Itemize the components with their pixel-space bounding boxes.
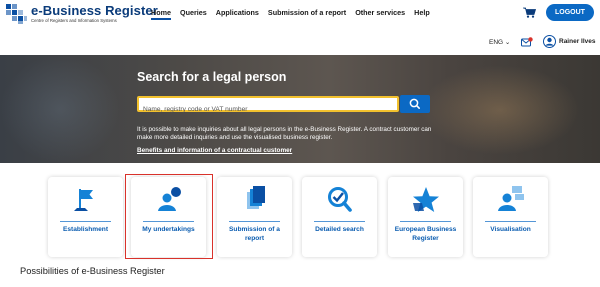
shopping-cart-icon[interactable]: [523, 7, 536, 18]
card-divider: [314, 221, 365, 222]
card-label: Detailed search: [315, 226, 364, 233]
nav-applications[interactable]: Applications: [216, 8, 259, 17]
card-label: Submission of a report: [229, 226, 280, 242]
card-divider: [229, 221, 280, 222]
nav-help[interactable]: Help: [414, 8, 430, 17]
search-hero: Search for a legal person It is possible…: [0, 55, 600, 163]
logo-subtitle: Centre of Registers and Information Syst…: [31, 18, 117, 23]
nav-submission-of-report[interactable]: Submission of a report: [268, 8, 346, 17]
card-divider: [400, 221, 451, 222]
logo-mark-icon: [6, 4, 28, 24]
hero-title: Search for a legal person: [137, 70, 287, 84]
section-title: Possibilities of e-Business Register: [20, 266, 165, 276]
card-european-business-register[interactable]: European Business Register: [388, 177, 463, 257]
search-button[interactable]: [400, 95, 430, 113]
service-cards: Establishment My undertakings Submission…: [0, 163, 600, 287]
nav-queries[interactable]: Queries: [180, 8, 207, 17]
card-label: Establishment: [62, 226, 109, 233]
nav-other-services[interactable]: Other services: [355, 8, 405, 17]
user-bar: ENG ⌄ Rainer Ilves: [0, 28, 600, 55]
person-icon: [157, 187, 181, 211]
user-name[interactable]: Rainer Ilves: [559, 38, 596, 45]
star-icon: [412, 187, 439, 212]
logo[interactable]: e-Business Register Centre of Registers …: [6, 3, 158, 25]
search-input[interactable]: [139, 103, 397, 116]
card-divider: [60, 221, 111, 222]
user-avatar-icon[interactable]: [543, 35, 556, 48]
network-person-icon: [497, 186, 524, 211]
card-visualisation[interactable]: Visualisation: [473, 177, 548, 257]
card-submission-of-report[interactable]: Submission of a report: [217, 177, 292, 257]
card-divider: [485, 221, 536, 222]
card-label: My undertakings: [142, 226, 195, 233]
documents-icon: [246, 186, 265, 209]
top-header: e-Business Register Centre of Registers …: [0, 0, 600, 28]
search-icon: [409, 98, 421, 109]
logo-title: e-Business Register: [31, 3, 158, 18]
hero-info-text: It is possible to make inquiries about a…: [137, 126, 432, 142]
card-label: Visualisation: [490, 226, 531, 233]
search-check-icon: [327, 187, 352, 212]
flag-icon: [73, 189, 93, 211]
nav-home[interactable]: Home: [151, 8, 171, 20]
main-nav: Home Queries Applications Submission of …: [151, 8, 430, 20]
card-detailed-search[interactable]: Detailed search: [302, 177, 377, 257]
card-establishment[interactable]: Establishment: [48, 177, 123, 257]
card-divider: [143, 221, 194, 222]
search-box: [137, 96, 399, 116]
contract-customer-link[interactable]: Benefits and information of a contractua…: [137, 147, 292, 154]
card-my-undertakings[interactable]: My undertakings: [131, 177, 206, 257]
logout-button[interactable]: LOGOUT: [546, 4, 594, 21]
language-selector[interactable]: ENG ⌄: [489, 38, 510, 46]
mail-icon[interactable]: [521, 37, 533, 47]
card-label: European Business Register: [394, 226, 457, 242]
